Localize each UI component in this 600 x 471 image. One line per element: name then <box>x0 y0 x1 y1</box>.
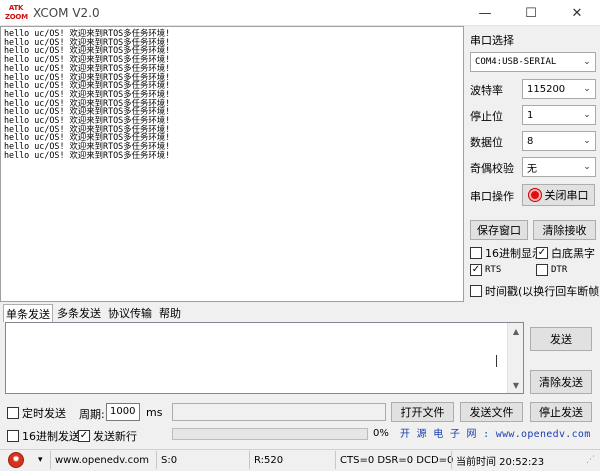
status-line-signals: CTS=0 DSR=0 DCD=0 <box>340 454 454 466</box>
baud-select[interactable]: 115200 ⌄ <box>522 79 596 99</box>
clear-send-button[interactable]: 清除发送 <box>530 370 592 394</box>
send-scrollbar[interactable]: ▲ ▼ <box>507 323 523 393</box>
hex-send-checkbox[interactable] <box>7 430 19 442</box>
status-received-count: R:520 <box>254 454 284 466</box>
timestamp-checkbox[interactable] <box>470 285 482 297</box>
status-divider <box>335 451 336 469</box>
status-divider <box>249 451 250 469</box>
hex-display-label: 16进制显示 <box>485 247 543 260</box>
tab-protocol[interactable]: 协议传输 <box>105 304 155 321</box>
site-banner[interactable]: 开 源 电 子 网 : www.openedv.com <box>400 425 592 441</box>
data-bits-select[interactable]: 8 ⌄ <box>522 131 596 151</box>
status-current-time: 当前时间 20:52:23 <box>456 456 545 468</box>
timestamp-option[interactable]: 时间戳(以换行回车断帧) <box>470 283 600 299</box>
chevron-down-icon: ⌄ <box>583 57 591 67</box>
status-sent-count: S:0 <box>161 454 178 466</box>
status-divider <box>50 451 51 469</box>
parity-label: 奇偶校验 <box>470 162 514 175</box>
logo-line-1: ATK <box>8 4 24 12</box>
status-site-link[interactable]: www.openedv.com <box>55 452 149 468</box>
rts-checkbox[interactable]: ✓ <box>470 264 482 276</box>
stop-bits-select[interactable]: 1 ⌄ <box>522 105 596 125</box>
send-newline-option[interactable]: ✓ 发送新行 <box>78 428 137 444</box>
receive-line: hello uc/OS! 欢迎来到RTOS多任务环境! <box>4 149 171 160</box>
parity-value: 无 <box>527 163 537 175</box>
tab-single-send[interactable]: 单条发送 <box>3 304 53 322</box>
hex-display-checkbox[interactable] <box>470 247 482 259</box>
white-bg-checkbox[interactable]: ✓ <box>536 247 548 259</box>
chevron-down-icon: ⌄ <box>583 84 591 94</box>
serial-group-title: 串口选择 <box>470 34 514 47</box>
baud-value: 115200 <box>527 83 566 95</box>
send-button[interactable]: 发送 <box>530 327 592 351</box>
data-bits-value: 8 <box>527 135 534 147</box>
minimize-button[interactable]: — <box>462 0 508 26</box>
logo-line-2: ZOOM <box>5 13 28 21</box>
open-file-button[interactable]: 打开文件 <box>391 402 454 422</box>
rts-label: RTS <box>485 265 502 275</box>
data-bits-label: 数据位 <box>470 136 503 149</box>
stop-send-button[interactable]: 停止发送 <box>530 402 592 422</box>
stop-bits-label: 停止位 <box>470 110 503 123</box>
progress-percent: 0% <box>373 428 389 439</box>
hex-send-label: 16进制发送 <box>22 430 80 443</box>
send-newline-checkbox[interactable]: ✓ <box>78 430 90 442</box>
send-textarea[interactable]: ▲ ▼ <box>5 322 524 394</box>
close-window-button[interactable]: ✕ <box>554 0 600 26</box>
port-value: COM4:USB-SERIAL <box>475 57 557 67</box>
chevron-down-icon: ⌄ <box>583 110 591 120</box>
app-logo: ATK ZOOM <box>5 4 28 22</box>
dtr-option[interactable]: DTR <box>536 264 567 276</box>
status-divider <box>156 451 157 469</box>
save-window-button[interactable]: 保存窗口 <box>470 220 528 240</box>
chevron-down-icon: ⌄ <box>583 136 591 146</box>
white-bg-option[interactable]: ✓ 白底黑字 <box>536 245 595 261</box>
port-op-label: 串口操作 <box>470 190 514 203</box>
rts-option[interactable]: ✓ RTS <box>470 264 501 276</box>
send-progress-bar <box>172 428 368 440</box>
receive-textarea[interactable]: hello uc/OS! 欢迎来到RTOS多任务环境! hello uc/OS! … <box>0 26 464 302</box>
timed-send-option[interactable]: 定时发送 <box>7 405 66 421</box>
scroll-down-icon[interactable]: ▼ <box>508 377 524 393</box>
maximize-button[interactable]: ☐ <box>508 0 554 26</box>
white-bg-label: 白底黑字 <box>551 247 595 260</box>
port-select[interactable]: COM4:USB-SERIAL ⌄ <box>470 52 596 72</box>
timed-send-label: 定时发送 <box>22 407 66 420</box>
settings-gear-icon[interactable]: ✹ <box>8 452 24 468</box>
period-unit: ms <box>146 406 163 419</box>
send-file-button[interactable]: 发送文件 <box>460 402 523 422</box>
period-label: 周期: <box>79 408 105 421</box>
window-title: XCOM V2.0 <box>33 6 100 20</box>
resize-grip-icon[interactable]: ⋰ <box>586 452 595 468</box>
dtr-label: DTR <box>551 265 568 275</box>
close-port-label: 关闭串口 <box>544 189 589 202</box>
dtr-checkbox[interactable] <box>536 264 548 276</box>
scroll-up-icon[interactable]: ▲ <box>508 323 524 339</box>
baud-label: 波特率 <box>470 84 503 97</box>
stop-bits-value: 1 <box>527 109 534 121</box>
close-port-button[interactable]: 关闭串口 <box>522 184 595 206</box>
period-input[interactable]: 1000 <box>106 403 140 421</box>
status-dropdown-icon[interactable]: ▾ <box>38 452 43 468</box>
tab-help[interactable]: 帮助 <box>156 304 184 321</box>
file-path-field[interactable] <box>172 403 386 421</box>
port-status-icon <box>528 189 541 201</box>
tab-multi-send[interactable]: 多条发送 <box>54 304 104 321</box>
text-cursor-icon <box>496 355 497 367</box>
send-newline-label: 发送新行 <box>93 430 137 443</box>
chevron-down-icon: ⌄ <box>583 162 591 172</box>
clear-receive-button[interactable]: 清除接收 <box>533 220 596 240</box>
timed-send-checkbox[interactable] <box>7 407 19 419</box>
timestamp-label: 时间戳(以换行回车断帧) <box>485 285 600 298</box>
hex-display-option[interactable]: 16进制显示 <box>470 245 543 261</box>
hex-send-option[interactable]: 16进制发送 <box>7 428 80 444</box>
status-divider <box>451 451 452 469</box>
parity-select[interactable]: 无 ⌄ <box>522 157 596 177</box>
